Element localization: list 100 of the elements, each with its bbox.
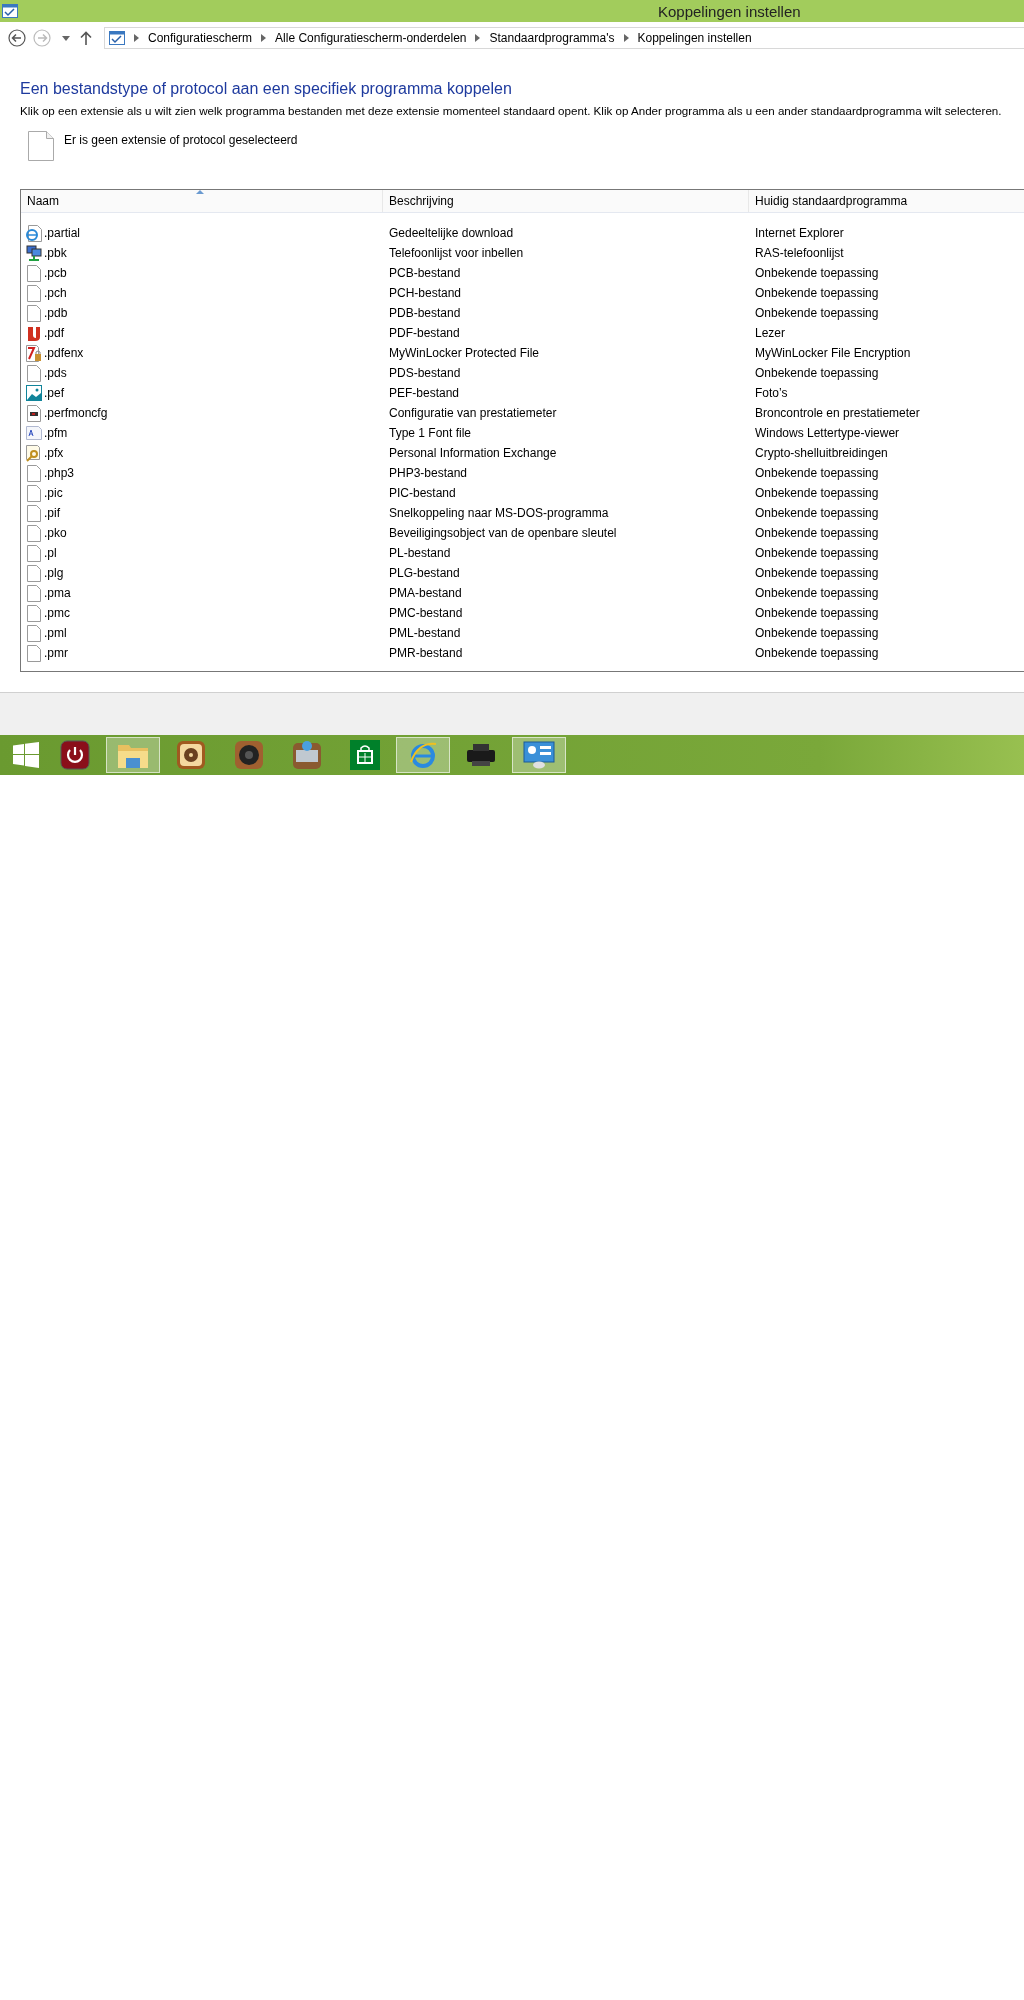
column-header[interactable]: Huidig standaardprogramma <box>749 190 1024 212</box>
program-cell-text: Onbekende toepassing <box>754 505 880 522</box>
dropdown-caret-icon[interactable] <box>62 35 70 41</box>
power-icon <box>60 740 90 770</box>
program-cell-text: Onbekende toepassing <box>754 545 880 562</box>
chevron-right-icon <box>623 34 629 42</box>
address-bar[interactable]: Configuratiescherm Alle Configuratiescherm-onderdelen Standaardprogramma's Koppelingen instellen <box>104 27 1024 49</box>
extension-cell[interactable]: .pbk <box>21 243 383 263</box>
program-cell-text: Onbekende toepassing <box>754 565 880 582</box>
chevron-right-icon <box>134 34 139 42</box>
extension-cell[interactable]: .pdb <box>21 303 383 323</box>
extension-cell[interactable]: .partial <box>21 223 383 243</box>
program-cell-text: Onbekende toepassing <box>754 625 880 642</box>
program-cell-text: Onbekende toepassing <box>754 525 880 542</box>
extension-cell[interactable]: .pmr <box>21 643 383 663</box>
extension-cell[interactable]: .pma <box>21 583 383 603</box>
description-cell-text: MyWinLocker Protected File <box>388 345 541 362</box>
program-cell-text: Foto’s <box>754 385 789 402</box>
blank-file-icon <box>27 464 41 482</box>
blank-file-icon <box>27 304 41 322</box>
program-cell-text: Crypto-shelluitbreidingen <box>754 445 889 462</box>
page-heading: Een bestandstype of protocol aan een specifiek programma koppelen <box>20 80 513 98</box>
up-arrow-icon[interactable] <box>80 31 92 45</box>
locked-pdf-icon <box>26 344 42 362</box>
blank-file-icon <box>27 584 41 602</box>
extension-cell[interactable]: .pfm <box>21 423 383 443</box>
film-reel-icon <box>176 740 206 770</box>
extension-cell[interactable]: .pmc <box>21 603 383 623</box>
description-cell-text: PHP3-bestand <box>388 465 469 482</box>
blank-file-icon <box>27 364 41 382</box>
description-cell-text: PEF-bestand <box>388 385 461 402</box>
font-file-icon <box>26 426 42 440</box>
monitor-file-icon <box>27 404 41 422</box>
breadcrumb-item[interactable]: Standaardprogramma's <box>489 31 615 45</box>
blank-file-icon <box>27 264 41 282</box>
description-cell-text: Snelkoppeling naar MS-DOS-programma <box>388 505 610 522</box>
description-cell-text: Type 1 Font file <box>388 425 473 442</box>
description-cell-text: PMC-bestand <box>388 605 464 622</box>
printer-icon <box>465 742 497 768</box>
extension-cell[interactable]: .pdf <box>21 323 383 343</box>
column-header[interactable]: Naam <box>21 190 383 212</box>
program-cell-text: Onbekende toepassing <box>754 285 880 302</box>
program-cell-text: RAS-telefoonlijst <box>754 245 845 262</box>
extension-cell[interactable]: .pfx <box>21 443 383 463</box>
extension-cell[interactable]: .pic <box>21 483 383 503</box>
network-computer-icon <box>26 244 42 262</box>
extension-cell[interactable]: .php3 <box>21 463 383 483</box>
extension-cell[interactable]: .plg <box>21 563 383 583</box>
breadcrumb-item[interactable]: Koppelingen instellen <box>637 31 752 45</box>
program-cell-text: MyWinLocker File Encryption <box>754 345 912 362</box>
description-cell-text: Configuratie van prestatiemeter <box>388 405 558 422</box>
program-cell-text: Onbekende toepassing <box>754 265 880 282</box>
blank-file-icon <box>27 604 41 622</box>
extension-cell[interactable]: .pch <box>21 283 383 303</box>
program-cell-text: Broncontrole en prestatiemeter <box>754 405 921 422</box>
speaker-icon <box>234 740 264 770</box>
program-cell-text: Lezer <box>754 325 787 342</box>
extension-cell[interactable]: .pif <box>21 503 383 523</box>
selection-info-text: Er is geen extensie of protocol geselecteerd <box>64 133 298 147</box>
description-text: Klik op een extensie als u wilt zien welk programma bestanden met deze extensie momenteel standaard opent. Klik op Ander programma als u een ander standaardprogramma wilt selecteren. <box>20 104 1003 117</box>
blank-file-icon <box>27 484 41 502</box>
document-icon <box>292 740 322 770</box>
description-cell-text: Personal Information Exchange <box>388 445 558 462</box>
blank-file-icon <box>27 544 41 562</box>
program-cell-text: Onbekende toepassing <box>754 465 880 482</box>
image-icon <box>26 385 42 401</box>
program-cell-text: Onbekende toepassing <box>754 305 880 322</box>
blank-file-icon <box>27 524 41 542</box>
extension-cell[interactable]: .pds <box>21 363 383 383</box>
program-cell-text: Windows Lettertype-viewer <box>754 425 901 442</box>
control-panel-icon <box>523 741 555 769</box>
extension-cell[interactable]: .pef <box>21 383 383 403</box>
chevron-right-icon <box>475 34 481 42</box>
breadcrumb-item[interactable]: Alle Configuratiescherm-onderdelen <box>275 31 467 45</box>
description-cell-text: PDS-bestand <box>388 365 462 382</box>
back-button[interactable] <box>8 29 26 47</box>
blank-file-icon <box>27 564 41 582</box>
extension-cell[interactable]: .perfmoncfg <box>21 403 383 423</box>
column-header[interactable]: Beschrijving <box>383 190 749 212</box>
blank-file-icon <box>27 284 41 302</box>
pdf-icon <box>27 324 41 342</box>
extension-cell[interactable]: .pl <box>21 543 383 563</box>
program-cell-text: Internet Explorer <box>754 225 845 242</box>
breadcrumb-item[interactable]: Configuratiescherm <box>148 31 253 45</box>
extension-cell[interactable]: .pdfenx <box>21 343 383 363</box>
description-cell-text: PMA-bestand <box>388 585 463 602</box>
description-cell-text: PML-bestand <box>388 625 462 642</box>
extension-cell[interactable]: .pko <box>21 523 383 543</box>
certificate-key-icon <box>26 444 42 462</box>
description-cell-text: Beveiligingsobject van de openbare sleutel <box>388 525 618 542</box>
program-cell-text: Onbekende toepassing <box>754 485 880 502</box>
blank-file-icon <box>27 624 41 642</box>
extension-cell[interactable]: .pcb <box>21 263 383 283</box>
taskbar-button[interactable] <box>512 737 566 773</box>
extension-cell[interactable]: .pml <box>21 623 383 643</box>
program-cell-text: Onbekende toepassing <box>754 605 880 622</box>
window-title: Koppelingen instellen <box>658 2 801 20</box>
description-cell-text: PL-bestand <box>388 545 452 562</box>
description-cell-text: PIC-bestand <box>388 485 457 502</box>
browser-file-icon <box>26 224 42 242</box>
